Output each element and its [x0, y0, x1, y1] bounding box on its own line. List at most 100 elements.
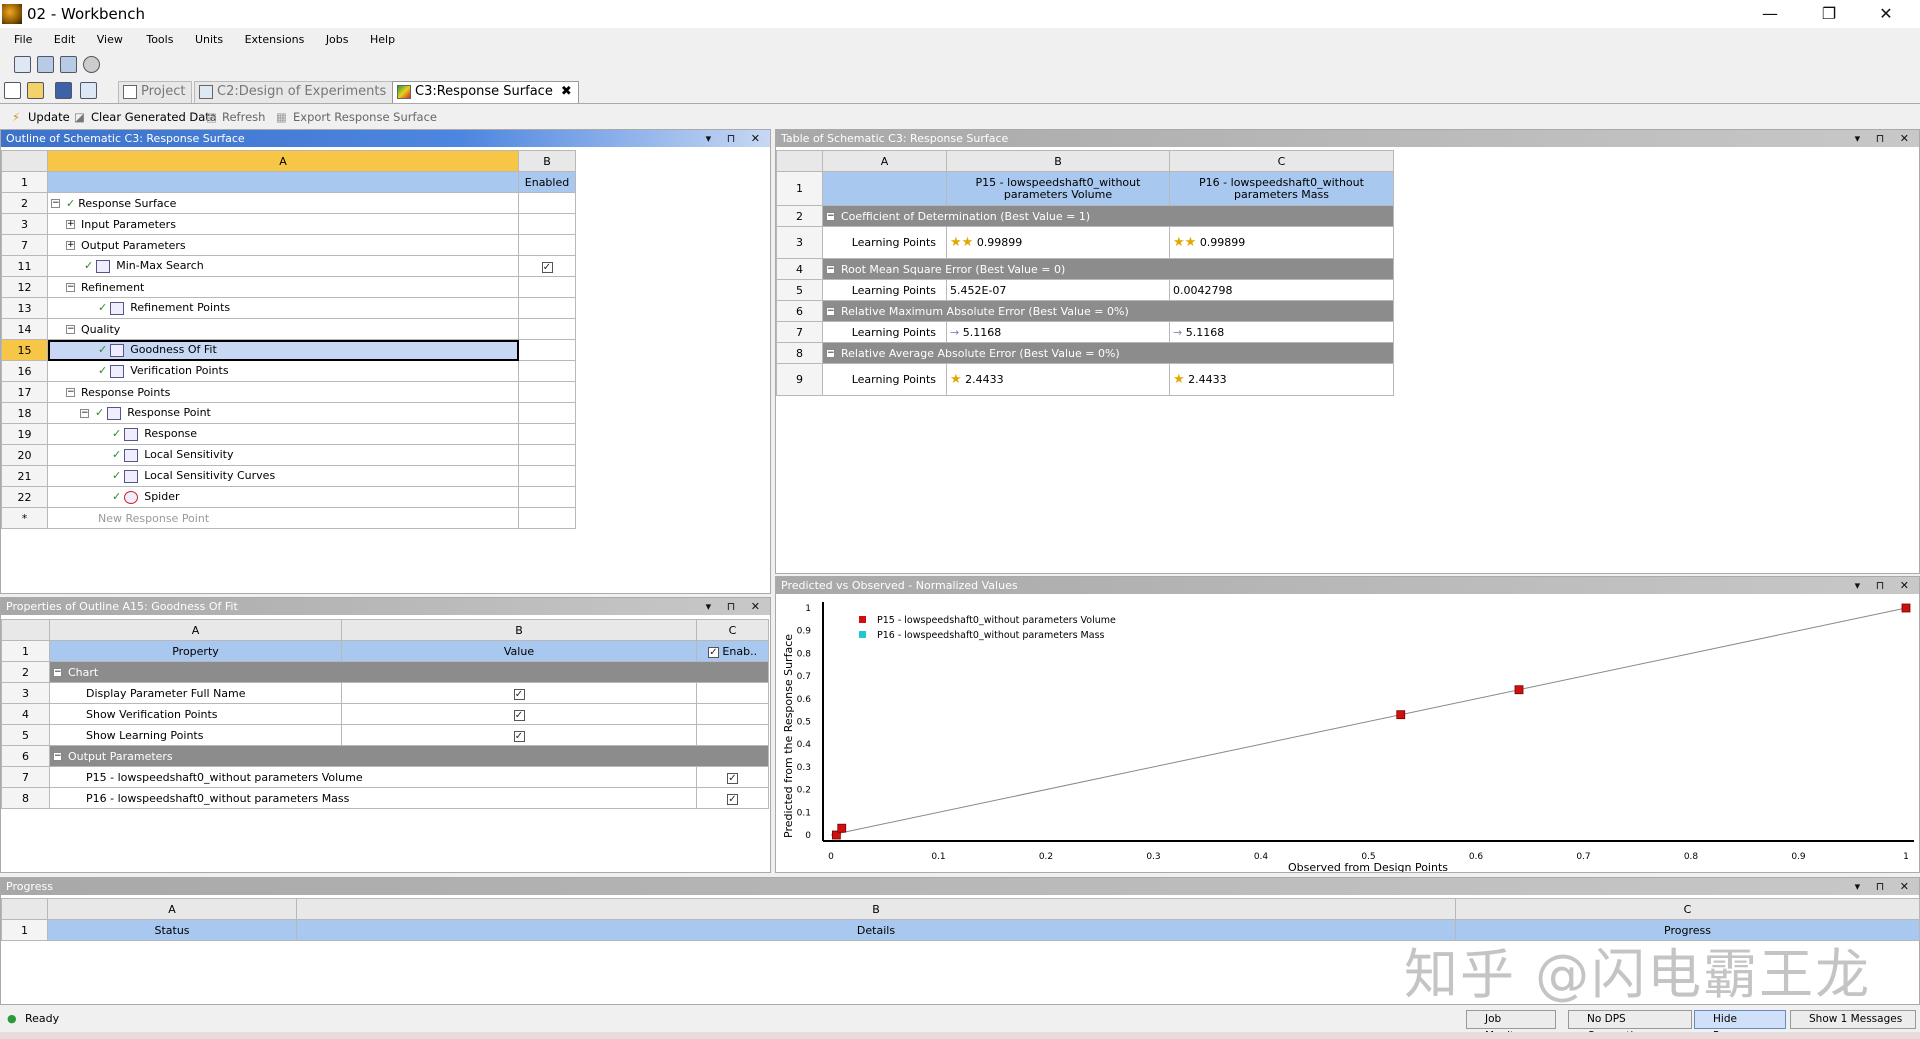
table-row[interactable]: 7+Output Parameters	[2, 235, 576, 256]
col-a-header[interactable]: A	[50, 620, 342, 641]
close-button[interactable]: ✕	[1863, 2, 1909, 26]
display-full-name-checkbox[interactable]: ✓	[514, 689, 525, 700]
table-row[interactable]: 3Display Parameter Full Name✓	[2, 683, 769, 704]
refresh-button[interactable]: Refresh	[222, 110, 265, 124]
table-row[interactable]: 12−Refinement	[2, 277, 576, 298]
panel-controls-icon[interactable]: ▾ ⊓ ✕	[706, 130, 766, 147]
col-a-header[interactable]: A	[823, 151, 947, 172]
save-as-icon[interactable]	[80, 82, 97, 99]
p15-enable-checkbox[interactable]: ✓	[727, 773, 738, 784]
menu-view[interactable]: View	[97, 30, 123, 50]
export-response-surface-button[interactable]: Export Response Surface	[293, 110, 437, 124]
menu-jobs[interactable]: Jobs	[326, 30, 349, 50]
group-row[interactable]: 6−Relative Maximum Absolute Error (Best …	[777, 301, 1394, 322]
collapse-icon[interactable]: −	[826, 212, 835, 221]
collapse-icon[interactable]: −	[66, 388, 75, 397]
col-b-header[interactable]: B	[519, 151, 576, 172]
panel-controls-icon[interactable]: ▾ ⊓ ✕	[1855, 878, 1915, 895]
maximize-button[interactable]: ❐	[1806, 2, 1852, 26]
table-row[interactable]: 21✓Local Sensitivity Curves	[2, 466, 576, 487]
tab-response-surface[interactable]: C3:Response Surface✖	[392, 81, 579, 103]
col-c-header[interactable]: C	[1456, 899, 1920, 920]
table-row[interactable]: 19✓Response	[2, 424, 576, 445]
collapse-icon[interactable]: −	[826, 307, 835, 316]
tab-rs-close-icon[interactable]: ✖	[561, 84, 572, 99]
table-row[interactable]: 20✓Local Sensitivity	[2, 445, 576, 466]
group-row[interactable]: 4−Root Mean Square Error (Best Value = 0…	[777, 259, 1394, 280]
panel-controls-icon[interactable]: ▾ ⊓ ✕	[1855, 577, 1915, 594]
table-row[interactable]: 2−✓Response Surface	[2, 193, 576, 214]
show-messages-button[interactable]: Show 1 Messages	[1790, 1010, 1916, 1029]
table-row[interactable]: 3+Input Parameters	[2, 214, 576, 235]
table-row[interactable]: 7Learning Points→ 5.1168→ 5.1168	[777, 322, 1394, 343]
expand-icon[interactable]: +	[66, 220, 75, 229]
expand-icon[interactable]: +	[66, 241, 75, 250]
job-monitor-button[interactable]: Job Monitor...	[1466, 1010, 1556, 1029]
table-row[interactable]: 5Learning Points5.452E-070.0042798	[777, 280, 1394, 301]
menu-tools[interactable]: Tools	[146, 30, 173, 50]
collapse-icon[interactable]: −	[66, 325, 75, 334]
import-icon[interactable]	[14, 56, 31, 73]
collapse-icon[interactable]: −	[826, 265, 835, 274]
collapse-icon[interactable]: −	[53, 668, 62, 677]
table-row[interactable]: 3Learning Points★★ 0.99899★★ 0.99899	[777, 227, 1394, 259]
panel-controls-icon[interactable]: ▾ ⊓ ✕	[706, 598, 766, 615]
predicted-vs-observed-chart[interactable]: Predicted from the Response Surface Obse…	[776, 596, 1919, 872]
panel-controls-icon[interactable]: ▾ ⊓ ✕	[1855, 130, 1915, 147]
new-response-point-row[interactable]: *New Response Point	[2, 508, 576, 529]
col-a-header[interactable]: A	[48, 899, 297, 920]
table-row[interactable]: 17−Response Points	[2, 382, 576, 403]
collapse-icon[interactable]: −	[826, 349, 835, 358]
col-c-header[interactable]: C	[697, 620, 769, 641]
menu-file[interactable]: File	[14, 30, 32, 50]
collapse-icon[interactable]: −	[51, 199, 60, 208]
tab-project[interactable]: Project	[118, 81, 192, 103]
save-all-icon[interactable]	[37, 56, 54, 73]
col-c-header[interactable]: C	[1170, 151, 1394, 172]
table-row[interactable]: 11✓Min-Max Search✓	[2, 256, 576, 277]
col-a-header[interactable]: A	[48, 151, 519, 172]
menu-units[interactable]: Units	[195, 30, 223, 50]
table-row[interactable]: 16✓Verification Points	[2, 361, 576, 382]
group-row[interactable]: 2−Coefficient of Determination (Best Val…	[777, 206, 1394, 227]
group-row[interactable]: 2−Chart	[2, 662, 769, 683]
menu-help[interactable]: Help	[370, 30, 395, 50]
table-row[interactable]: 8P16 - lowspeedshaft0_without parameters…	[2, 788, 769, 809]
table-row-selected[interactable]: 15✓Goodness Of Fit	[2, 340, 576, 361]
compact-mode-icon[interactable]	[83, 56, 100, 73]
tab-design-of-experiments[interactable]: C2:Design of Experiments✖	[194, 81, 412, 103]
hide-progress-button[interactable]: Hide Progress	[1694, 1010, 1786, 1029]
table-row[interactable]: 18−✓Response Point	[2, 403, 576, 424]
no-dps-connection-button[interactable]: No DPS Connection	[1568, 1010, 1692, 1029]
enabled-checkbox[interactable]: ✓	[542, 262, 553, 273]
group-row[interactable]: 8−Relative Average Absolute Error (Best …	[777, 343, 1394, 364]
table-row[interactable]: 9Learning Points★ 2.4433★ 2.4433	[777, 364, 1394, 396]
enable-all-checkbox[interactable]: ✓	[708, 647, 719, 658]
minimize-button[interactable]: —	[1747, 2, 1793, 26]
show-learning-points-checkbox[interactable]: ✓	[514, 731, 525, 742]
clear-generated-data-button[interactable]: Clear Generated Data	[91, 110, 217, 124]
collapse-icon[interactable]: −	[53, 752, 62, 761]
table-row[interactable]: 14−Quality	[2, 319, 576, 340]
group-row[interactable]: 6−Output Parameters	[2, 746, 769, 767]
collapse-icon[interactable]: −	[66, 283, 75, 292]
col-b-header[interactable]: B	[297, 899, 1456, 920]
update-button[interactable]: Update	[28, 110, 70, 124]
show-verification-points-checkbox[interactable]: ✓	[514, 710, 525, 721]
new-project-icon[interactable]	[4, 82, 21, 99]
table-row[interactable]: 7P15 - lowspeedshaft0_without parameters…	[2, 767, 769, 788]
archive-icon[interactable]	[60, 56, 77, 73]
table-row[interactable]: 13✓Refinement Points	[2, 298, 576, 319]
col-b-header[interactable]: B	[947, 151, 1170, 172]
menu-edit[interactable]: Edit	[54, 30, 75, 50]
menu-extensions[interactable]: Extensions	[245, 30, 305, 50]
table-row[interactable]: 5Show Learning Points✓	[2, 725, 769, 746]
table-row[interactable]: 22✓Spider	[2, 487, 576, 508]
open-folder-icon[interactable]	[27, 82, 44, 99]
col-b-header[interactable]: B	[342, 620, 697, 641]
collapse-icon[interactable]: −	[80, 409, 89, 418]
table-row[interactable]: 4Show Verification Points✓	[2, 704, 769, 725]
p16-enable-checkbox[interactable]: ✓	[727, 794, 738, 805]
new-response-point-placeholder[interactable]: New Response Point	[48, 508, 519, 529]
save-icon[interactable]	[55, 82, 72, 99]
